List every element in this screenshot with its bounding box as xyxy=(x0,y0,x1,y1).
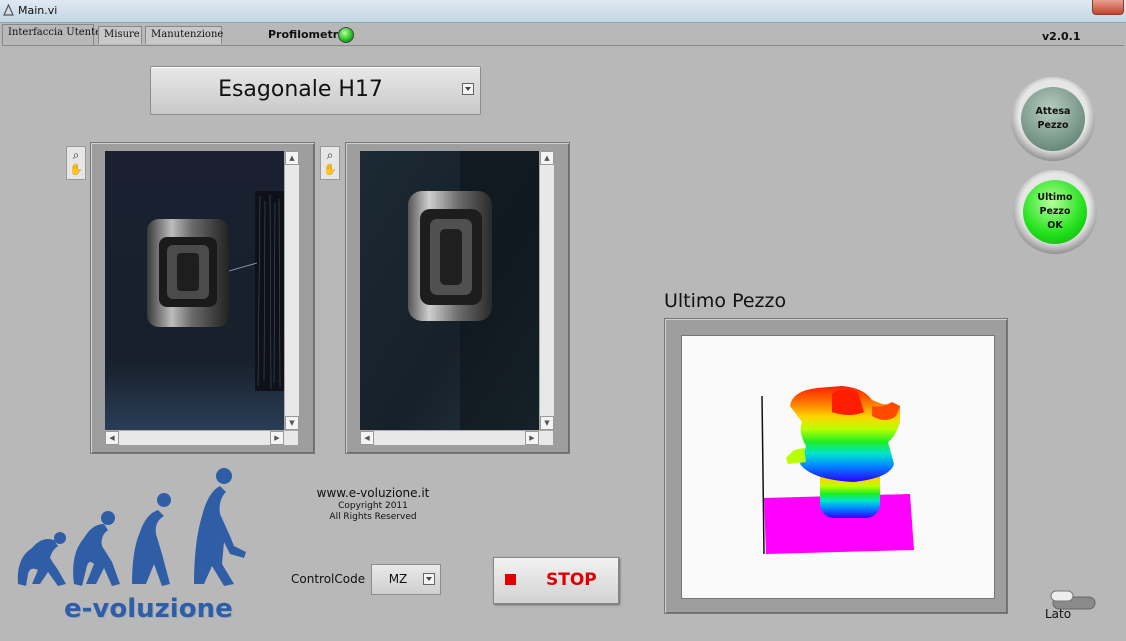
ultimo-pezzo-3d-view xyxy=(681,335,995,599)
scroll-right-icon[interactable]: ▶ xyxy=(270,431,284,445)
pan-hand-icon[interactable]: ✋ xyxy=(69,163,83,177)
product-select[interactable]: Esagonale H17 xyxy=(150,66,481,115)
credits: www.e-voluzione.it Copyright 2011 All Ri… xyxy=(305,486,441,522)
camera-left-hscrollbar[interactable]: ◀ ▶ xyxy=(105,430,298,445)
controlcode-select[interactable]: MZ xyxy=(371,564,441,595)
scroll-up-icon[interactable]: ▲ xyxy=(285,151,299,165)
scroll-up-icon[interactable]: ▲ xyxy=(540,151,554,165)
scroll-left-icon[interactable]: ◀ xyxy=(360,431,374,445)
copyright-text: Copyright 2011 xyxy=(338,501,408,511)
ultimo-pezzo-ok-indicator: Ultimo Pezzo OK xyxy=(1013,170,1097,254)
logo-text: e-voluzione xyxy=(64,594,233,624)
attesa-pezzo-label: Attesa Pezzo xyxy=(1021,87,1085,151)
product-select-value: Esagonale H17 xyxy=(218,77,383,102)
lato-label: Lato xyxy=(1045,607,1072,621)
app-icon xyxy=(3,4,14,16)
tab-interfaccia-utente[interactable]: Interfaccia Utente xyxy=(2,24,101,46)
attesa-pezzo-indicator: Attesa Pezzo xyxy=(1011,77,1095,161)
window-title: Main.vi xyxy=(18,4,58,17)
close-button[interactable] xyxy=(1092,0,1124,15)
scroll-left-icon[interactable]: ◀ xyxy=(105,431,119,445)
controlcode-value: MZ xyxy=(388,572,408,586)
camera-right-frame: ▲ ▼ ◀ ▶ xyxy=(345,142,570,454)
camera-left-vscrollbar[interactable]: ▲ ▼ xyxy=(284,151,299,430)
stop-button-label: STOP xyxy=(546,570,597,590)
stop-square-icon xyxy=(505,574,516,585)
image-tool-palette-left: ⌕ ✋ xyxy=(66,146,86,180)
controlcode-label: ControlCode xyxy=(291,572,366,586)
stop-button[interactable]: STOP xyxy=(493,557,619,604)
ultimo-pezzo-ok-label: Ultimo Pezzo OK xyxy=(1023,180,1087,244)
ultimo-pezzo-title: Ultimo Pezzo xyxy=(664,290,787,312)
tab-manutenzione[interactable]: Manutenzione xyxy=(145,26,223,44)
zoom-icon[interactable]: ⌕ xyxy=(323,148,337,162)
scroll-down-icon[interactable]: ▼ xyxy=(285,416,299,430)
camera-right-hscrollbar[interactable]: ◀ ▶ xyxy=(360,430,553,445)
zoom-icon[interactable]: ⌕ xyxy=(69,148,83,162)
chevron-down-icon[interactable] xyxy=(462,83,474,95)
website-link[interactable]: www.e-voluzione.it xyxy=(305,486,441,500)
camera-left-image xyxy=(105,151,284,430)
image-tool-palette-right: ⌕ ✋ xyxy=(320,146,340,180)
profilometri-label: Profilometri xyxy=(268,28,342,41)
e-voluzione-logo xyxy=(17,468,246,586)
camera-right-image xyxy=(360,151,539,430)
tab-misure[interactable]: Misure xyxy=(98,26,142,44)
chevron-down-icon[interactable] xyxy=(423,573,435,585)
camera-left-frame: ▲ ▼ ◀ ▶ xyxy=(90,142,315,454)
scroll-right-icon[interactable]: ▶ xyxy=(525,431,539,445)
version-label: v2.0.1 xyxy=(1042,30,1081,43)
camera-right-vscrollbar[interactable]: ▲ ▼ xyxy=(539,151,554,430)
pan-hand-icon[interactable]: ✋ xyxy=(323,163,337,177)
tab-panel-border xyxy=(2,45,1124,46)
profilometri-led xyxy=(338,27,354,43)
window-titlebar: Main.vi xyxy=(0,0,1126,23)
rights-text: All Rights Reserved xyxy=(329,512,417,522)
ultimo-pezzo-frame xyxy=(664,318,1008,614)
scroll-down-icon[interactable]: ▼ xyxy=(540,416,554,430)
